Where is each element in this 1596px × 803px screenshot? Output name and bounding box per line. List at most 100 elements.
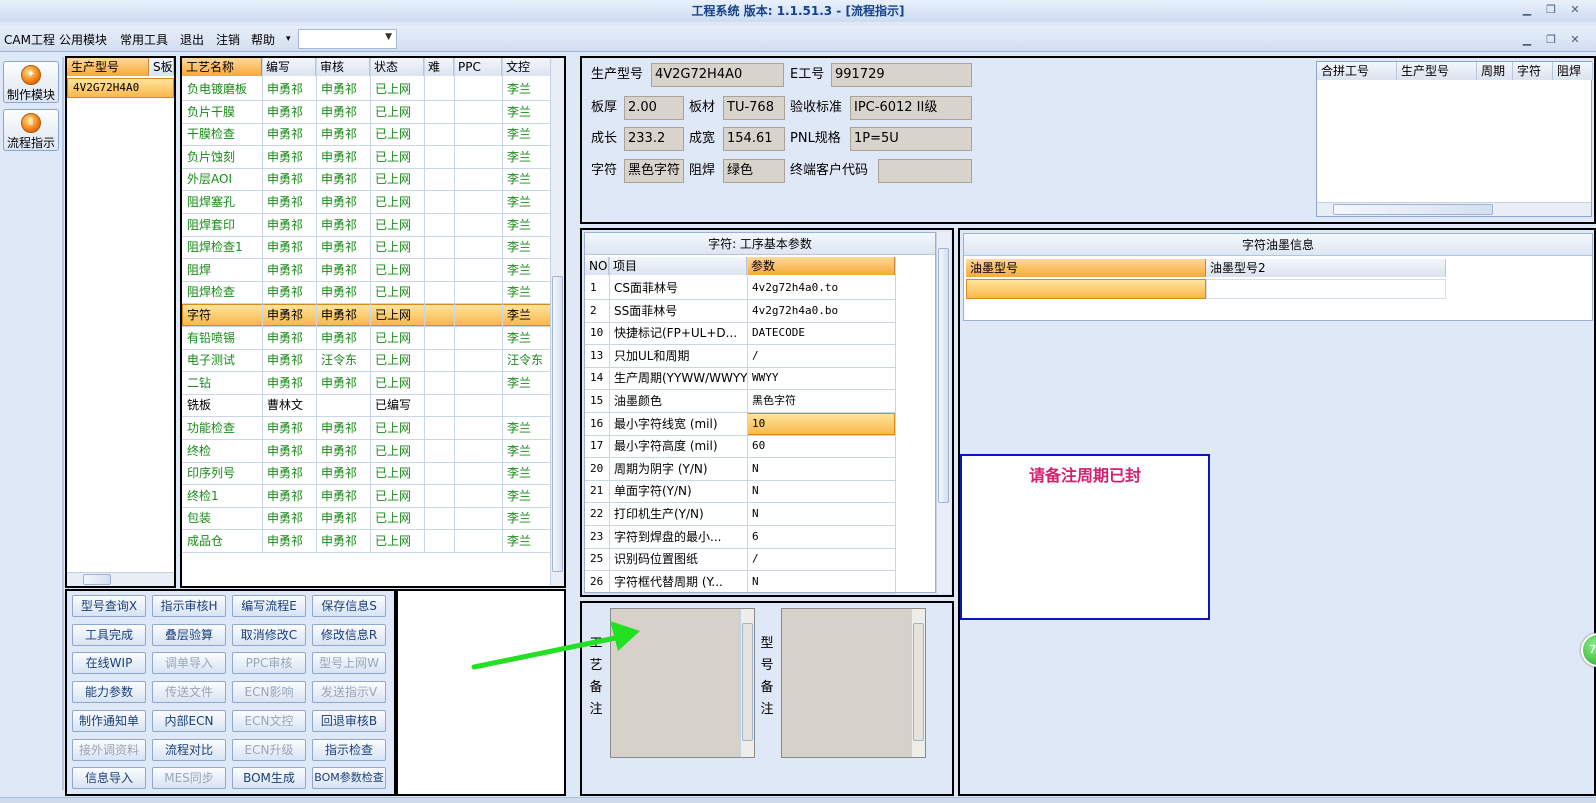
len-field[interactable]: 233.2	[624, 127, 684, 151]
col-header[interactable]: 周期	[1477, 62, 1513, 80]
action-button[interactable]: 信息导入	[72, 767, 146, 790]
close-icon[interactable]: ✕	[1566, 2, 1584, 18]
table-cell: 李兰	[507, 217, 532, 232]
scrollbar[interactable]	[67, 572, 174, 586]
float-badge[interactable]: 72	[1581, 633, 1596, 667]
table-cell: 申勇祁	[267, 127, 304, 142]
action-button[interactable]: ECN影响	[232, 681, 306, 704]
list-item[interactable]: 4V2G72H4A0	[67, 78, 174, 98]
table-cell	[454, 485, 502, 507]
action-button[interactable]: 指示审核H	[152, 595, 226, 617]
col-header[interactable]: 油墨型号2	[1206, 259, 1446, 277]
e-no-field[interactable]: 991729	[831, 63, 972, 87]
action-button[interactable]: PPC审核	[232, 652, 306, 675]
model-field[interactable]: 4V2G72H4A0	[651, 63, 784, 87]
mdi-close-icon[interactable]: ✕	[1566, 32, 1584, 48]
col-header[interactable]: 难	[424, 58, 454, 76]
col-header[interactable]: 参数	[747, 257, 895, 275]
col-header[interactable]: 状态	[370, 58, 424, 76]
table-cell: 23	[590, 529, 604, 543]
menu-help-dropdown-icon[interactable]: ▾	[286, 34, 291, 44]
action-button[interactable]: 发送指示V	[312, 681, 386, 704]
table-cell	[424, 191, 454, 213]
col-header[interactable]: 合拼工号	[1317, 62, 1397, 80]
std-field[interactable]: IPC-6012 II级	[850, 96, 972, 120]
table-cell: 干膜检查	[187, 127, 236, 142]
minimize-icon[interactable]: ▁	[1518, 2, 1536, 18]
action-button[interactable]: MES同步	[152, 767, 226, 790]
col-header[interactable]: 油墨型号	[966, 259, 1206, 277]
table-cell[interactable]	[1206, 279, 1446, 299]
scrollbar[interactable]	[936, 232, 950, 593]
nav-flow-guide[interactable]: ⦀ 流程指示	[3, 109, 59, 151]
model-label: 生产型号	[591, 67, 644, 82]
action-button[interactable]: 指示检查	[312, 738, 386, 761]
pnl-field[interactable]: 1P=5U	[850, 127, 972, 151]
action-button[interactable]: 制作通知单	[72, 709, 146, 732]
thick-field[interactable]: 2.00	[624, 96, 684, 120]
mdi-minimize-icon[interactable]: ▁	[1518, 32, 1536, 48]
action-button[interactable]: ECN文控	[232, 709, 306, 732]
col-header[interactable]: 工艺名称	[182, 58, 262, 76]
table-cell: 申勇祁	[321, 443, 358, 458]
menu-combo[interactable]: ▼	[298, 29, 397, 49]
table-cell: 已上网	[375, 443, 412, 458]
action-button[interactable]: 调单导入	[152, 652, 226, 675]
action-button[interactable]: 修改信息R	[312, 623, 386, 646]
mdi-restore-icon[interactable]: ❐	[1542, 32, 1560, 48]
action-button[interactable]: 型号上网W	[312, 652, 386, 675]
action-button[interactable]: 回退审核B	[312, 709, 386, 732]
col-header[interactable]: NO	[585, 257, 609, 275]
col-header[interactable]: 编写	[262, 58, 316, 76]
menu-help[interactable]: 帮助	[251, 31, 275, 48]
nav-make-module[interactable]: ✦ 制作模块	[3, 61, 59, 103]
action-button[interactable]: 叠层验算	[152, 623, 226, 646]
table-cell: 周期为阴字 (Y/N)	[614, 461, 708, 476]
col-header[interactable]: 生产型号	[67, 58, 149, 76]
action-button[interactable]: 内部ECN	[152, 709, 226, 732]
scrollbar[interactable]	[1317, 202, 1591, 216]
col-header[interactable]: 字符	[1513, 62, 1553, 80]
menu-exit[interactable]: 退出	[180, 31, 204, 48]
action-button[interactable]: 保存信息S	[312, 595, 386, 617]
action-button[interactable]: ECN升级	[232, 738, 306, 761]
col-header[interactable]: 项目	[609, 257, 747, 275]
action-button[interactable]: 接外调资料	[72, 738, 146, 761]
action-button[interactable]: 在线WIP	[72, 652, 146, 675]
mat-field[interactable]: TU-768	[723, 96, 785, 120]
menu-logout[interactable]: 注销	[216, 31, 240, 48]
table-row[interactable]	[966, 279, 1206, 299]
col-header[interactable]: S板	[149, 58, 174, 76]
combo-table: 合拼工号 生产型号 周期 字符 阻焊	[1316, 61, 1593, 217]
action-button[interactable]: 能力参数	[72, 681, 146, 704]
cust-field[interactable]	[878, 159, 972, 183]
menu-cam[interactable]: CAM工程	[4, 31, 55, 48]
action-button[interactable]: 传送文件	[152, 681, 226, 704]
action-button[interactable]: 取消修改C	[232, 623, 306, 646]
col-header[interactable]: 文控	[502, 58, 552, 76]
restore-icon[interactable]: ❐	[1542, 2, 1560, 18]
wid-field[interactable]: 154.61	[723, 127, 785, 151]
action-button[interactable]: BOM参数检查	[312, 767, 386, 790]
col-header[interactable]: 生产型号	[1397, 62, 1477, 80]
table-cell: 已上网	[375, 466, 412, 481]
scrollbar[interactable]	[550, 58, 564, 586]
menu-public[interactable]: 公用模块	[59, 31, 107, 48]
action-button[interactable]: BOM生成	[232, 767, 306, 790]
action-button[interactable]: 流程对比	[152, 738, 226, 761]
action-button[interactable]: 型号查询X	[72, 595, 146, 617]
col-header[interactable]: 审核	[316, 58, 370, 76]
table-cell: 申勇祁	[321, 172, 358, 187]
mask-field[interactable]: 绿色	[723, 159, 785, 183]
model-notes-field[interactable]	[781, 608, 926, 758]
table-cell: 李兰	[507, 127, 532, 142]
char-field[interactable]: 黑色字符	[624, 159, 684, 183]
action-button[interactable]: 工具完成	[72, 623, 146, 646]
menu-tools[interactable]: 常用工具	[120, 31, 168, 48]
col-header[interactable]: PPC	[454, 58, 502, 76]
table-cell: 字符框代替周期 (Y...	[614, 574, 723, 589]
action-button[interactable]: 编写流程E	[232, 595, 306, 617]
ink-panel: 字符油墨信息 油墨型号 油墨型号2 请备注周期已封 72	[958, 228, 1596, 796]
table-cell: 曹林文	[267, 398, 304, 413]
col-header[interactable]: 阻焊	[1553, 62, 1593, 80]
